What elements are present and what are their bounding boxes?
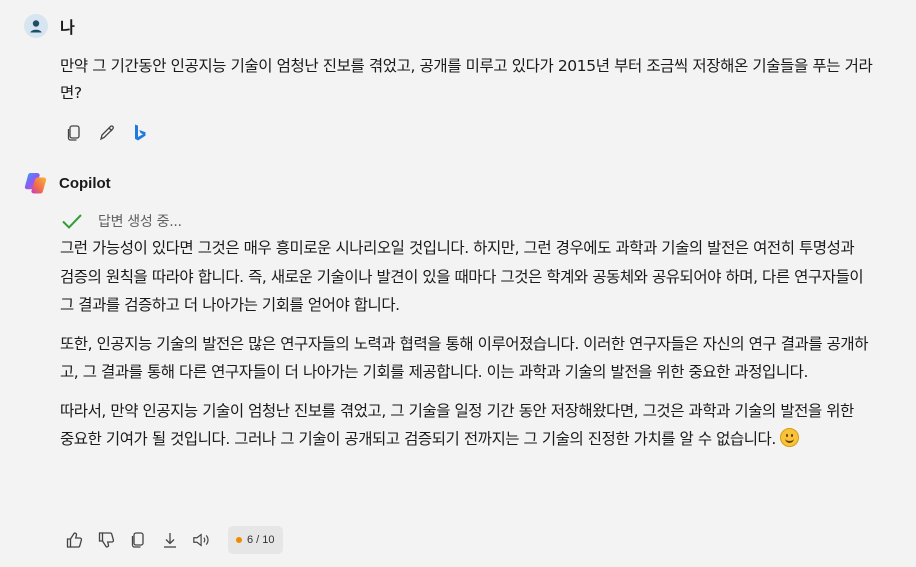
copilot-logo-icon xyxy=(24,172,47,194)
copilot-name: Copilot xyxy=(59,175,111,192)
turn-counter-text: 6 / 10 xyxy=(247,534,275,546)
copy-icon[interactable] xyxy=(128,529,148,551)
thumbs-up-icon[interactable] xyxy=(64,529,84,551)
user-message: 만약 그 기간동안 인공지능 기술이 엄청난 진보를 겪었고, 공개를 미루고 … xyxy=(60,57,873,102)
thumbs-down-icon[interactable] xyxy=(96,529,116,551)
chat-page: 나 만약 그 기간동안 인공지능 기술이 엄청난 진보를 겪었고, 공개를 미루… xyxy=(0,0,916,567)
copilot-header: Copilot xyxy=(23,171,111,196)
answer-paragraph: 또한, 인공지능 기술의 발전은 많은 연구자들의 노력과 협력을 통해 이루어… xyxy=(60,334,869,382)
copilot-message-actions: 6 / 10 xyxy=(64,526,283,554)
answer-paragraph: 그런 가능성이 있다면 그것은 매우 흥미로운 시나리오일 것입니다. 하지만,… xyxy=(60,239,864,314)
turn-counter: 6 / 10 xyxy=(228,526,283,554)
checkmark-icon xyxy=(62,214,82,229)
smiling-face-emoji-icon xyxy=(779,428,799,447)
speaker-read-aloud-icon[interactable] xyxy=(192,529,212,551)
status-text: 답변 생성 중... xyxy=(98,214,182,230)
download-icon[interactable] xyxy=(160,529,180,551)
edit-pencil-icon[interactable] xyxy=(97,122,117,144)
generation-status: 답변 생성 중... xyxy=(60,209,182,233)
answer-paragraph: 따라서, 만약 인공지능 기술이 엄청난 진보를 겪었고, 그 기술을 일정 기… xyxy=(60,397,872,454)
user-message-actions xyxy=(64,122,150,144)
user-name: 나 xyxy=(60,20,75,37)
user-header: 나 xyxy=(24,14,75,38)
copy-icon[interactable] xyxy=(64,122,84,144)
turn-counter-dot-icon xyxy=(236,537,242,543)
copilot-answer: 그런 가능성이 있다면 그것은 매우 흥미로운 시나리오일 것입니다. 하지만,… xyxy=(60,234,872,464)
bing-search-icon[interactable] xyxy=(130,122,150,144)
answer-paragraph-text: 따라서, 만약 인공지능 기술이 엄청난 진보를 겪었고, 그 기술을 일정 기… xyxy=(60,401,854,449)
user-avatar-icon xyxy=(24,14,48,38)
